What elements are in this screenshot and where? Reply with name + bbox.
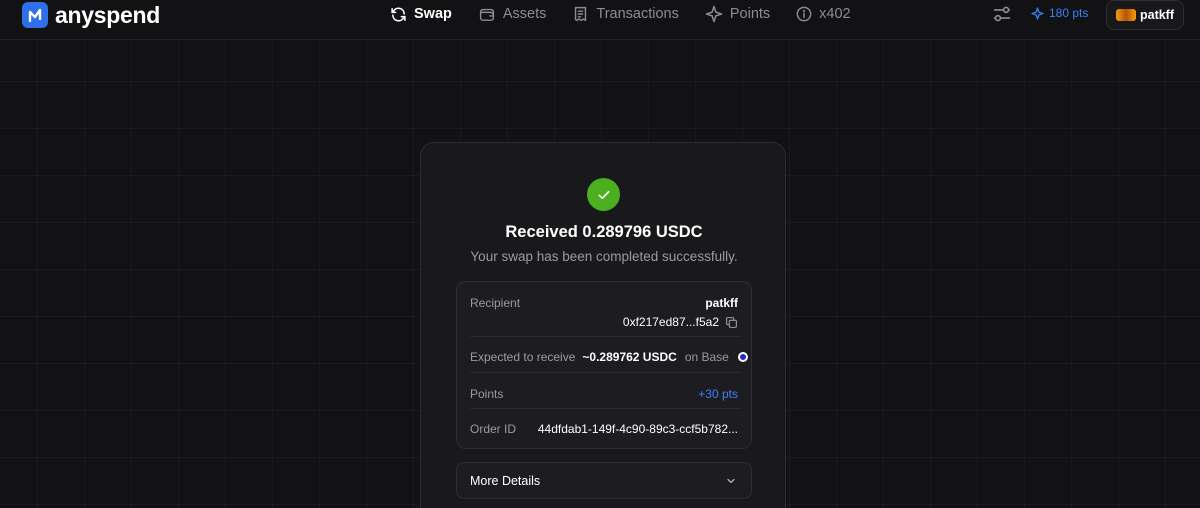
- recipient-label: Recipient: [470, 296, 521, 310]
- recipient-name: patkff: [705, 296, 738, 310]
- nav-x402-label: x402: [819, 6, 851, 22]
- username: patkff: [1139, 8, 1175, 22]
- expected-amount: ~0.289762 USDC: [582, 350, 677, 364]
- more-details-button[interactable]: More Details: [456, 462, 752, 499]
- sparkle-icon: [705, 5, 723, 23]
- main-nav: Swap Assets Transactions Points x402: [390, 3, 877, 25]
- expected-chain: on Base: [684, 350, 729, 364]
- settings-sliders-button[interactable]: [992, 5, 1012, 23]
- nav-transactions-label: Transactions: [596, 6, 679, 22]
- anyspend-logo-icon: [22, 2, 48, 28]
- brand-name: anyspend: [55, 1, 160, 28]
- nav-x402[interactable]: x402: [796, 6, 851, 22]
- nav-points[interactable]: Points: [705, 5, 770, 23]
- recipient-address-row: 0xf217ed87...f5a2: [623, 315, 738, 329]
- points-earned: +30 pts: [698, 387, 738, 401]
- order-id-label: Order ID: [470, 422, 517, 436]
- base-chain-icon: [737, 352, 748, 362]
- avatar: [1115, 9, 1136, 21]
- brand-logo[interactable]: anyspend: [22, 2, 160, 28]
- points-label: Points: [470, 387, 504, 401]
- receipt-icon: [575, 6, 587, 22]
- sliders-icon: [993, 6, 1011, 22]
- divider: [470, 372, 740, 373]
- success-check-icon: [587, 178, 620, 211]
- order-id-value[interactable]: 44dfdab1-149f-4c90-89c3-ccf5b782...: [538, 422, 738, 436]
- info-circle-icon: [796, 6, 812, 22]
- refresh-icon: [391, 6, 406, 22]
- nav-transactions[interactable]: Transactions: [572, 5, 679, 23]
- wallet-icon: [479, 8, 494, 21]
- swap-result-card: Received 0.289796 USDC Your swap has bee…: [420, 142, 786, 508]
- swap-details-panel: Recipient patkff 0xf217ed87...f5a2 Expec…: [456, 281, 752, 449]
- user-profile-button[interactable]: patkff: [1106, 0, 1184, 30]
- divider: [470, 408, 740, 409]
- nav-assets[interactable]: Assets: [478, 6, 547, 23]
- result-title: Received 0.289796 USDC: [505, 223, 703, 241]
- expected-label: Expected to receive: [470, 350, 576, 364]
- nav-swap-label: Swap: [414, 6, 452, 22]
- sparkle-icon: [1031, 6, 1044, 20]
- expected-row: Expected to receive ~0.289762 USDC on Ba…: [470, 350, 748, 364]
- chevron-down-icon: [727, 478, 735, 484]
- result-subtitle: Your swap has been completed successfull…: [470, 249, 738, 264]
- nav-points-label: Points: [729, 6, 771, 22]
- divider: [470, 336, 740, 337]
- top-navbar: anyspend Swap Assets Transactions Points: [0, 0, 1200, 40]
- points-balance-button[interactable]: 180 pts: [1031, 6, 1088, 20]
- nav-assets-label: Assets: [502, 6, 547, 22]
- nav-swap[interactable]: Swap: [390, 6, 452, 23]
- more-details-label: More Details: [470, 474, 541, 488]
- recipient-address: 0xf217ed87...f5a2: [622, 315, 719, 329]
- points-balance: 180 pts: [1049, 6, 1089, 20]
- copy-icon[interactable]: [725, 316, 738, 329]
